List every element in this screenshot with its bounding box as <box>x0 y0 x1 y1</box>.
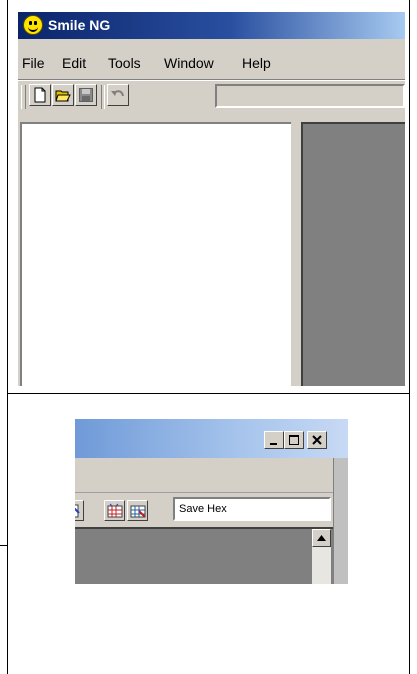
open-folder-icon <box>55 90 71 102</box>
toolbar-partial-icon <box>75 504 80 518</box>
save-disk-icon <box>79 88 93 102</box>
menu-bar: File Edit Tools Window Help <box>18 52 405 74</box>
window-detail-crop: Save Hex <box>75 419 348 584</box>
menu-tools[interactable]: Tools <box>108 52 141 74</box>
minimize-icon <box>270 443 277 445</box>
table-divider-stub <box>0 545 8 546</box>
title-bar[interactable]: Smile NG <box>18 12 405 39</box>
menu-help[interactable]: Help <box>242 52 271 74</box>
new-file-button[interactable] <box>29 84 51 106</box>
menu-window[interactable]: Window <box>164 52 214 74</box>
vertical-scrollbar[interactable] <box>312 529 331 584</box>
left-pane[interactable] <box>20 122 291 386</box>
hex-grid-icon <box>107 503 123 518</box>
table-border-left <box>7 0 8 674</box>
menu-band-detail <box>75 472 333 493</box>
maximize-button[interactable] <box>284 431 304 449</box>
toolbar-input-field[interactable] <box>215 84 405 108</box>
window-title: Smile NG <box>48 17 111 33</box>
undo-icon <box>111 90 124 97</box>
detail-content-area[interactable] <box>75 527 333 584</box>
main-toolbar <box>18 83 405 123</box>
hex-edit-icon <box>130 505 146 518</box>
undo-button[interactable] <box>107 84 129 106</box>
hex-grid-button[interactable] <box>104 500 125 521</box>
maximize-icon <box>289 435 299 445</box>
close-button[interactable] <box>307 431 327 449</box>
new-file-icon <box>34 87 46 103</box>
minimize-button[interactable] <box>264 431 284 449</box>
open-file-button[interactable] <box>52 84 74 106</box>
close-icon <box>312 435 322 445</box>
toolbar-partial-button[interactable] <box>75 500 84 521</box>
toolbar-separator <box>18 79 405 81</box>
window-edge-strip <box>333 458 348 584</box>
right-pane[interactable] <box>301 122 405 386</box>
smile-ng-window-crop: Smile NG File Edit Tools Window Help <box>18 12 405 386</box>
smiley-icon <box>23 15 43 35</box>
table-divider-row <box>7 393 410 394</box>
scroll-up-button[interactable] <box>312 529 331 547</box>
toolbar-grip[interactable] <box>21 85 26 109</box>
table-border-right <box>409 0 410 674</box>
save-button[interactable] <box>75 84 97 106</box>
menu-file[interactable]: File <box>22 52 45 74</box>
scroll-up-arrow-icon <box>317 535 326 541</box>
hex-edit-button[interactable] <box>127 500 148 521</box>
save-hex-field[interactable]: Save Hex <box>173 497 331 521</box>
title-bar-detail[interactable] <box>75 419 348 458</box>
menu-edit[interactable]: Edit <box>62 52 86 74</box>
toolbar-divider <box>101 85 105 109</box>
